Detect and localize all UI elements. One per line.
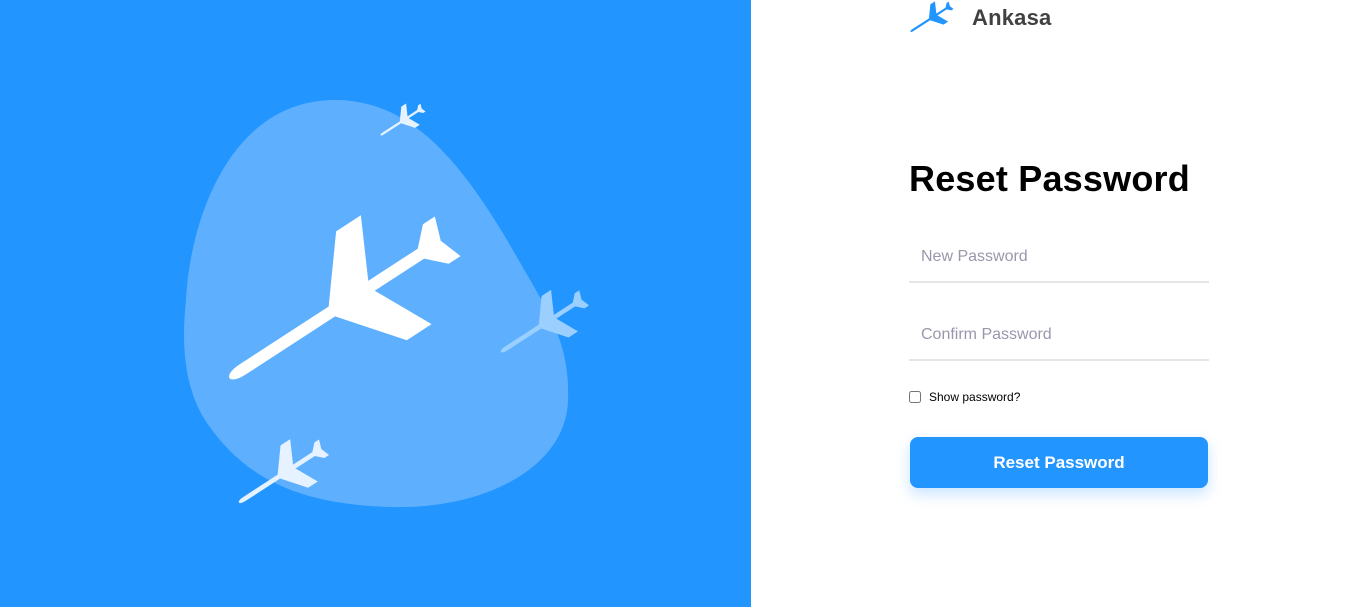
reset-password-form-panel: Ankasa Reset Password Show password? Res…: [751, 0, 1366, 607]
show-password-row: Show password?: [909, 390, 1020, 404]
reset-password-button[interactable]: Reset Password: [910, 437, 1208, 488]
reset-password-page: Ankasa Reset Password Show password? Res…: [0, 0, 1366, 607]
brand-header[interactable]: Ankasa: [908, 0, 1051, 36]
page-title: Reset Password: [909, 158, 1190, 199]
hero-illustration: [184, 97, 598, 524]
confirm-password-input[interactable]: [909, 311, 1209, 361]
new-password-input[interactable]: [909, 233, 1209, 283]
show-password-checkbox[interactable]: [909, 391, 921, 403]
plane-icon: [908, 0, 958, 36]
show-password-label[interactable]: Show password?: [929, 390, 1020, 404]
hero-illustration-panel: [0, 0, 751, 607]
brand-name: Ankasa: [972, 5, 1052, 30]
